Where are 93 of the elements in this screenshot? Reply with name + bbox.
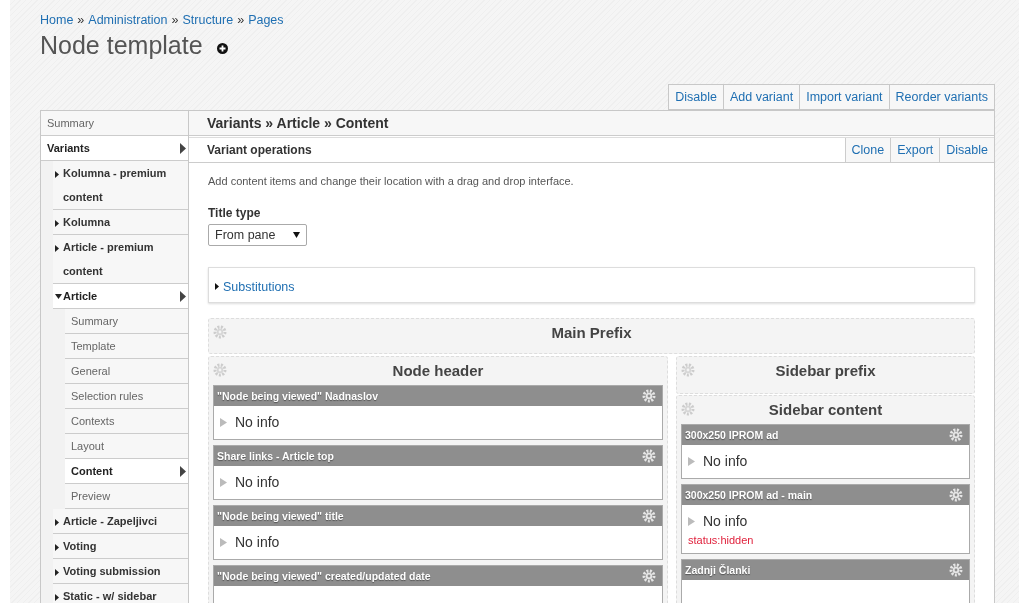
collapsed-icon xyxy=(55,594,59,601)
gear-icon[interactable] xyxy=(642,389,656,403)
section-title: Variant operations xyxy=(206,143,312,157)
add-icon[interactable] xyxy=(216,43,228,54)
sidebar-item[interactable]: Article - premium content xyxy=(53,235,188,284)
sidebar-item[interactable]: Kolumna xyxy=(53,210,188,235)
collapsed-icon[interactable] xyxy=(220,537,227,547)
pane-title: "Node being viewed" created/updated date xyxy=(217,570,431,582)
region-title: Sidebar prefix xyxy=(774,361,877,381)
pane-title: "Node being viewed" Nadnaslov xyxy=(217,390,379,402)
collapsed-icon[interactable] xyxy=(688,516,695,526)
sidebar-item[interactable]: General xyxy=(65,359,188,384)
gear-icon[interactable] xyxy=(642,569,656,583)
breadcrumb-link[interactable]: Administration xyxy=(88,13,168,27)
description-text: Add content items and change their location with a drag and drop interface. xyxy=(208,175,575,187)
breadcrumb-link[interactable]: Pages xyxy=(248,13,284,27)
sidebar-item[interactable]: Article - Zapeljivci xyxy=(53,509,188,534)
gear-icon[interactable] xyxy=(213,363,227,377)
sidebar-item[interactable]: Selection rules xyxy=(65,384,188,409)
collapsed-icon xyxy=(55,171,59,178)
collapsed-icon[interactable] xyxy=(220,417,227,427)
sidebar-item[interactable]: Layout xyxy=(65,434,188,459)
gear-icon[interactable] xyxy=(642,449,656,463)
field-label: Title type xyxy=(208,206,262,220)
pane-header[interactable]: Share links - Article top xyxy=(214,446,662,466)
pane-info: No info xyxy=(703,453,748,469)
collapsed-icon xyxy=(55,544,59,551)
pane-header[interactable]: "Node being viewed" created/updated date xyxy=(214,566,662,586)
arrow-icon xyxy=(180,290,186,302)
gear-icon[interactable] xyxy=(642,509,656,523)
region-title: Node header xyxy=(391,361,485,381)
gear-icon[interactable] xyxy=(681,402,695,416)
arrow-icon xyxy=(180,142,186,154)
sidebar-item[interactable]: Article xyxy=(53,284,188,309)
pane-title: "Node being viewed" title xyxy=(217,510,344,522)
gear-icon[interactable] xyxy=(949,488,963,502)
pane-header[interactable]: "Node being viewed" Nadnaslov xyxy=(214,386,662,406)
action-link[interactable]: Import variant xyxy=(800,84,890,110)
collapsed-icon[interactable] xyxy=(688,456,695,466)
action-link[interactable]: Add variant xyxy=(723,84,801,110)
breadcrumb-separator: » xyxy=(237,13,245,27)
breadcrumb-link[interactable]: Home xyxy=(40,13,74,27)
action-link[interactable]: Clone xyxy=(844,138,891,162)
gear-icon[interactable] xyxy=(949,428,963,442)
collapsed-icon xyxy=(55,519,59,526)
sidebar-item[interactable]: Kolumna - premium content xyxy=(53,161,188,210)
sidebar-item[interactable]: Summary xyxy=(41,111,188,136)
gear-icon[interactable] xyxy=(949,563,963,577)
expanded-icon xyxy=(55,294,62,299)
substitutions-link[interactable]: Substitutions xyxy=(215,279,295,294)
sidebar-item[interactable]: Summary xyxy=(65,309,188,334)
pane-title: Share links - Article top xyxy=(217,450,334,462)
pane-info: No info xyxy=(235,534,280,550)
title-type-select[interactable]: From pane xyxy=(208,224,308,246)
sidebar-item[interactable]: Content xyxy=(65,459,188,484)
pane-header[interactable]: 300x250 IPROM ad xyxy=(682,425,969,445)
sidebar-item[interactable]: Variants xyxy=(41,136,188,161)
arrow-icon xyxy=(180,465,186,477)
breadcrumb-separator: » xyxy=(77,13,85,27)
sidebar-item[interactable]: Preview xyxy=(65,484,188,509)
collapsed-icon xyxy=(55,220,59,227)
pane-info: No info xyxy=(235,414,280,430)
pane-info: No info xyxy=(235,474,280,490)
pane-header[interactable]: Zadnji Članki xyxy=(682,560,969,580)
region-title: Sidebar content xyxy=(767,400,884,420)
collapsed-icon xyxy=(215,283,219,290)
gear-icon[interactable] xyxy=(213,325,227,339)
status-text: status:hidden xyxy=(688,534,755,546)
action-link[interactable]: Reorder variants xyxy=(889,84,995,110)
gear-icon[interactable] xyxy=(681,363,695,377)
breadcrumb-link[interactable]: Structure xyxy=(182,13,234,27)
sidebar-item[interactable]: Template xyxy=(65,334,188,359)
collapsed-icon[interactable] xyxy=(220,477,227,487)
pane-header[interactable]: 300x250 IPROM ad - main xyxy=(682,485,969,505)
collapsed-icon xyxy=(55,569,59,576)
sidebar-item[interactable]: Voting submission xyxy=(53,559,188,584)
panel-title: Variants » Article » Content xyxy=(189,111,994,136)
sidebar-item[interactable]: Voting xyxy=(53,534,188,559)
caret-icon xyxy=(293,232,301,238)
action-link[interactable]: Export xyxy=(890,138,940,162)
pane-title: Zadnji Članki xyxy=(685,564,751,576)
action-link[interactable]: Disable xyxy=(668,84,724,110)
sidebar-item[interactable]: Contexts xyxy=(65,409,188,434)
pane-title: 300x250 IPROM ad xyxy=(685,429,779,441)
collapsed-icon xyxy=(55,245,59,252)
page-title: Node template xyxy=(40,31,203,60)
action-link[interactable]: Disable xyxy=(939,138,994,162)
sidebar-item[interactable]: Static - w/ sidebar xyxy=(53,584,188,603)
pane-info: No info xyxy=(703,513,748,529)
pane-title: 300x250 IPROM ad - main xyxy=(685,489,813,501)
pane-header[interactable]: "Node being viewed" title xyxy=(214,506,662,526)
breadcrumb-separator: » xyxy=(171,13,179,27)
region-title: Main Prefix xyxy=(550,323,633,343)
